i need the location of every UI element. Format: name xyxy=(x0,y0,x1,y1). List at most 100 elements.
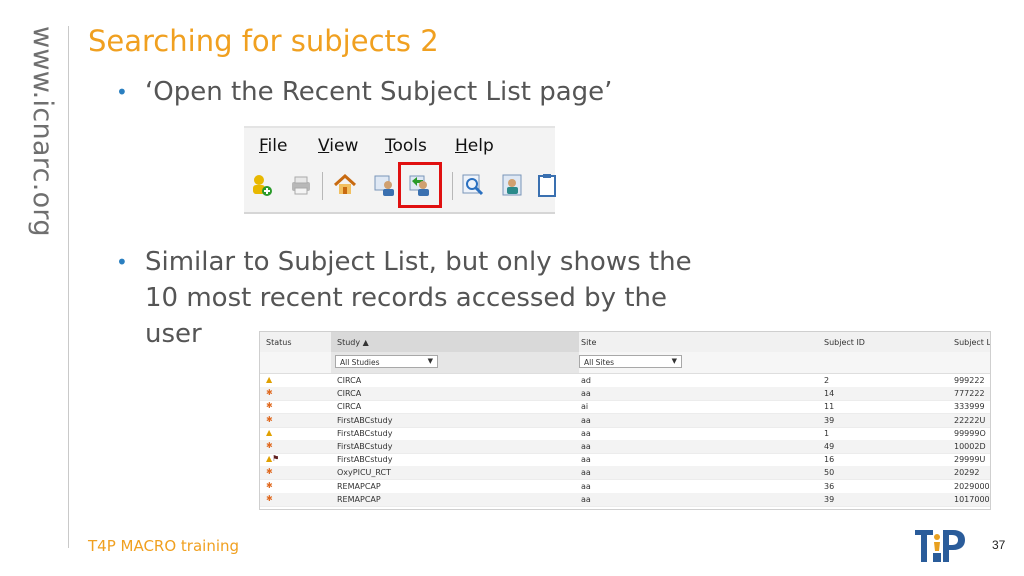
cell-subject-id: 14 xyxy=(824,389,835,399)
table-row[interactable]: ✱ REMAPCAP aa 39 1017000C xyxy=(260,492,990,507)
divider-line xyxy=(68,26,69,548)
column-header-subject-label[interactable]: Subject La xyxy=(954,338,990,347)
cell-site: aa xyxy=(581,494,591,504)
search-icon[interactable] xyxy=(460,172,486,198)
column-header-site[interactable]: Site xyxy=(581,338,596,347)
toolbar-screenshot: File View Tools Help xyxy=(244,126,556,214)
highlight-box xyxy=(398,162,442,208)
website-url-text: www.icnarc.org xyxy=(27,26,58,237)
bullet-dot-icon: • xyxy=(116,250,128,274)
cell-subject-label: 20292 xyxy=(954,468,980,478)
cell-subject-id: 1 xyxy=(824,428,830,438)
cell-subject-label: 777222 xyxy=(954,389,985,399)
filter-row: All Studies ▼ All Sites ▼ xyxy=(260,352,990,374)
cell-subject-label: 333999 xyxy=(954,402,985,412)
cell-subject-label: 999222 xyxy=(954,376,985,385)
dropdown-arrow-icon: ▼ xyxy=(671,357,677,365)
cell-subject-id: 36 xyxy=(824,481,835,491)
column-header-subject-id[interactable]: Subject ID xyxy=(824,338,865,347)
cell-subject-id: 39 xyxy=(824,494,835,504)
cell-study: OxyPICU_RCT xyxy=(337,468,392,478)
cell-study: FirstABCstudy xyxy=(337,442,393,451)
study-filter-value: All Studies xyxy=(340,358,380,367)
table-row[interactable]: ✱ FirstABCstudy aa 49 10002D xyxy=(260,440,990,454)
table-row[interactable]: ✱ CIRCA ai 11 333999 xyxy=(260,400,990,415)
dropdown-arrow-icon: ▼ xyxy=(427,357,433,365)
table-row[interactable]: ▲ FirstABCstudy aa 1 99999O xyxy=(260,427,990,441)
status-in-progress-icon: ✱ xyxy=(266,388,273,398)
cell-subject-id: 49 xyxy=(824,442,835,451)
status-warning-icon: ▲ xyxy=(266,427,273,437)
menu-help[interactable]: Help xyxy=(455,136,494,156)
cell-study: CIRCA xyxy=(337,389,362,399)
cell-study: FirstABCstudy xyxy=(337,455,393,465)
menu-file[interactable]: File xyxy=(259,136,287,156)
cell-site: aa xyxy=(581,468,591,478)
table-row[interactable]: ✱ CIRCA aa 14 777222 xyxy=(260,387,990,402)
column-header-status[interactable]: Status xyxy=(266,338,292,347)
cell-subject-label: 10002D xyxy=(954,442,986,451)
home-icon[interactable] xyxy=(332,172,358,198)
clipboard-icon[interactable] xyxy=(536,172,562,198)
status-in-progress-icon: ✱ xyxy=(266,467,273,477)
footer-text: T4P MACRO training xyxy=(88,537,240,555)
cell-subject-id: 50 xyxy=(824,468,835,478)
cell-site: aa xyxy=(581,442,591,451)
toolbar-separator xyxy=(322,172,323,200)
print-icon[interactable] xyxy=(288,172,314,198)
cell-study: CIRCA xyxy=(337,376,362,385)
cell-site: aa xyxy=(581,389,591,399)
status-in-progress-icon: ✱ xyxy=(266,480,273,490)
table-row[interactable]: ▲ CIRCA ad 2 999222 xyxy=(260,374,990,388)
recent-subject-list-grid: Status Study ▲ Site Subject ID Subject L… xyxy=(259,331,991,510)
status-in-progress-icon: ✱ xyxy=(266,414,273,424)
cell-subject-label: 22222U xyxy=(954,415,986,425)
cell-subject-id: 16 xyxy=(824,455,835,465)
cell-study: REMAPCAP xyxy=(337,481,381,491)
cell-subject-id: 39 xyxy=(824,415,835,425)
status-in-progress-icon: ✱ xyxy=(266,441,273,450)
status-warning-icon: ▲ xyxy=(266,375,273,384)
cell-study: REMAPCAP xyxy=(337,494,381,504)
table-row[interactable]: ✱ FirstABCstudy aa 39 22222U xyxy=(260,413,990,428)
bullet-1: • ‘Open the Recent Subject List page’ xyxy=(116,74,612,110)
website-url: www.icnarc.org xyxy=(18,26,58,256)
cell-site: aa xyxy=(581,415,591,425)
new-subject-icon[interactable] xyxy=(248,172,274,198)
grid-header: Status Study ▲ Site Subject ID Subject L… xyxy=(260,332,990,353)
cell-subject-id: 11 xyxy=(824,402,835,412)
cell-subject-label: 1017000C xyxy=(954,494,990,504)
site-filter-value: All Sites xyxy=(584,358,614,367)
status-in-progress-icon: ✱ xyxy=(266,401,273,411)
column-header-study[interactable]: Study ▲ xyxy=(337,338,369,347)
cell-subject-id: 2 xyxy=(824,376,830,385)
toolbar-separator xyxy=(452,172,453,200)
subject-view-icon[interactable] xyxy=(500,172,526,198)
cell-subject-label: 99999O xyxy=(954,428,986,438)
cell-subject-label: 2029000C xyxy=(954,481,990,491)
cell-site: ai xyxy=(581,402,589,412)
cell-study: FirstABCstudy xyxy=(337,415,393,425)
subject-list-icon[interactable] xyxy=(372,172,398,198)
cell-study: FirstABCstudy xyxy=(337,428,393,438)
cell-study: CIRCA xyxy=(337,402,362,412)
bullet-1-text: ‘Open the Recent Subject List page’ xyxy=(145,77,613,107)
cell-site: aa xyxy=(581,428,591,438)
table-row[interactable]: ▲⚑ FirstABCstudy aa 16 29999U xyxy=(260,453,990,468)
study-filter-select[interactable]: All Studies ▼ xyxy=(335,355,438,368)
slide-title: Searching for subjects 2 xyxy=(88,24,439,58)
bullet-dot-icon: • xyxy=(116,80,128,104)
site-filter-select[interactable]: All Sites ▼ xyxy=(579,355,682,368)
status-in-progress-icon: ✱ xyxy=(266,493,273,503)
table-row[interactable]: ✱ OxyPICU_RCT aa 50 20292 xyxy=(260,466,990,481)
cell-site: ad xyxy=(581,376,591,385)
page-number: 37 xyxy=(992,538,1006,552)
status-warning-flag-icon: ▲⚑ xyxy=(266,454,280,464)
table-row[interactable]: ✱ REMAPCAP aa 36 2029000C xyxy=(260,480,990,494)
cell-site: aa xyxy=(581,481,591,491)
t4p-logo xyxy=(913,526,969,564)
cell-site: aa xyxy=(581,455,591,465)
menu-view[interactable]: View xyxy=(318,136,358,156)
menu-tools[interactable]: Tools xyxy=(385,136,427,156)
cell-subject-label: 29999U xyxy=(954,455,986,465)
